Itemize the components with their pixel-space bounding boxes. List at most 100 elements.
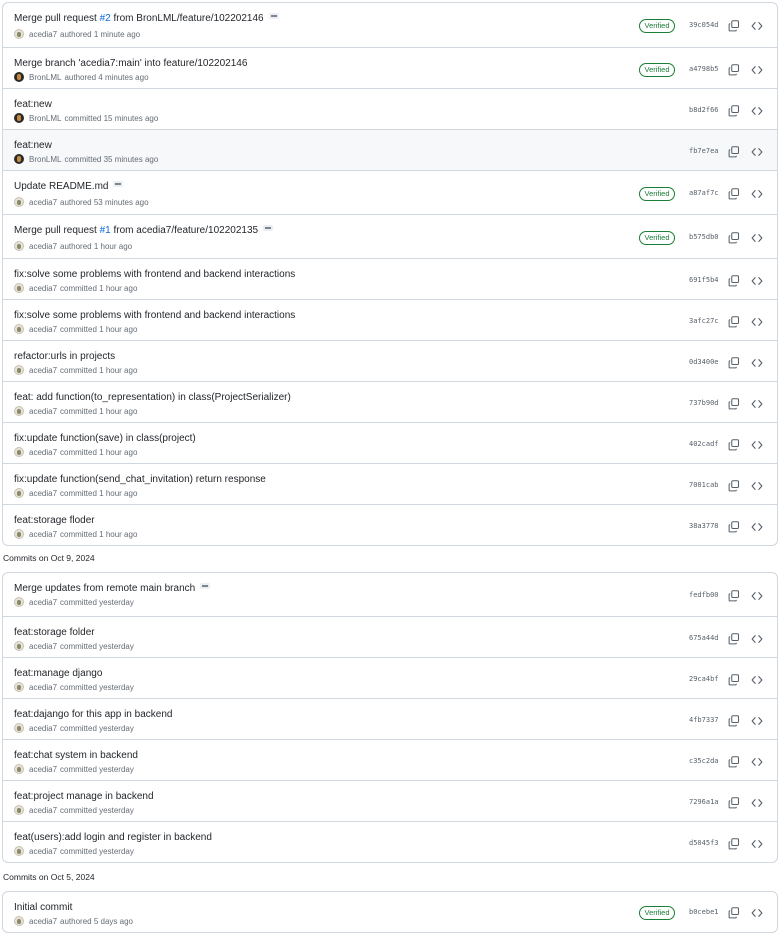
copy-icon[interactable] [728,755,740,768]
commit-sha[interactable]: 0d3400e [689,358,719,366]
commit-sha[interactable]: 3afc27c [689,317,719,325]
commit-title[interactable]: fix:solve some problems with frontend an… [14,269,295,280]
commit-title[interactable]: fix:solve some problems with frontend an… [14,310,295,321]
author-name[interactable]: acedia7 [29,724,57,733]
copy-icon[interactable] [728,397,740,410]
code-icon[interactable] [751,19,763,31]
commit-message[interactable]: feat:chat system in backend [14,750,138,761]
commit-title[interactable]: refactor:urls in projects [14,351,115,362]
commit-message[interactable]: Merge branch 'acedia7:main' into feature… [14,58,247,69]
copy-icon[interactable] [728,63,740,76]
commit-message[interactable]: feat(users):add login and register in ba… [14,832,212,843]
commit-title[interactable]: Merge pull request #2 from BronLML/featu… [14,13,279,24]
avatar[interactable] [14,764,24,774]
avatar[interactable] [14,324,24,334]
commit-sha[interactable]: 38a3778 [689,522,719,530]
avatar[interactable] [14,241,24,251]
verified-badge[interactable]: Verified [639,906,675,920]
copy-icon[interactable] [728,438,740,451]
code-icon[interactable] [751,837,763,849]
code-icon[interactable] [751,906,763,918]
commit-message-rest[interactable]: from acedia7/feature/102202135 [111,225,259,236]
avatar[interactable] [14,154,24,164]
code-icon[interactable] [751,315,763,327]
commit-message[interactable]: feat:storage folder [14,627,95,638]
commit-title[interactable]: Update README.md [14,181,124,192]
avatar[interactable] [14,72,24,82]
code-icon[interactable] [751,145,763,157]
copy-icon[interactable] [728,315,740,328]
commit-sha[interactable]: 4fb7337 [689,716,719,724]
author-name[interactable]: acedia7 [29,284,57,293]
copy-icon[interactable] [728,906,740,919]
code-icon[interactable] [751,104,763,116]
copy-icon[interactable] [728,632,740,645]
commit-title[interactable]: Initial commit [14,902,72,913]
commit-sha[interactable]: 39c054d [689,21,719,29]
avatar[interactable] [14,846,24,856]
commit-sha[interactable]: 7296a1a [689,798,719,806]
author-name[interactable]: acedia7 [29,489,57,498]
copy-icon[interactable] [728,145,740,158]
commit-sha[interactable]: b8d2f66 [689,106,719,114]
code-icon[interactable] [751,714,763,726]
expand-message-button[interactable] [200,583,211,589]
code-icon[interactable] [751,438,763,450]
author-name[interactable]: acedia7 [29,242,57,251]
commit-message[interactable]: feat:manage django [14,668,102,679]
copy-icon[interactable] [728,187,740,200]
avatar[interactable] [14,197,24,207]
commit-sha[interactable]: fb7e7ea [689,147,719,155]
code-icon[interactable] [751,231,763,243]
avatar[interactable] [14,488,24,498]
author-name[interactable]: acedia7 [29,530,57,539]
commit-title[interactable]: feat:new [14,99,52,110]
commit-title[interactable]: feat:project manage in backend [14,791,154,802]
commit-message[interactable]: fix:solve some problems with frontend an… [14,269,295,280]
code-icon[interactable] [751,63,763,75]
avatar[interactable] [14,406,24,416]
expand-message-button[interactable] [263,225,274,231]
pr-link[interactable]: #2 [100,13,111,24]
code-icon[interactable] [751,187,763,199]
copy-icon[interactable] [728,796,740,809]
commit-message[interactable]: feat: add function(to_representation) in… [14,392,291,403]
avatar[interactable] [14,723,24,733]
author-name[interactable]: acedia7 [29,765,57,774]
commit-sha[interactable]: 402cadf [689,440,719,448]
copy-icon[interactable] [728,714,740,727]
author-name[interactable]: acedia7 [29,598,57,607]
copy-icon[interactable] [728,231,740,244]
code-icon[interactable] [751,796,763,808]
avatar[interactable] [14,365,24,375]
commit-sha[interactable]: a4798b5 [689,65,719,73]
copy-icon[interactable] [728,479,740,492]
commit-sha[interactable]: fedfb00 [689,591,719,599]
copy-icon[interactable] [728,104,740,117]
commit-title[interactable]: feat(users):add login and register in ba… [14,832,212,843]
commit-message[interactable]: fix:update function(save) in class(proje… [14,433,196,444]
avatar[interactable] [14,283,24,293]
commit-sha[interactable]: b575db0 [689,233,719,241]
copy-icon[interactable] [728,19,740,32]
author-name[interactable]: BronLML [29,114,61,123]
commit-message-rest[interactable]: from BronLML/feature/102202146 [111,13,264,24]
author-name[interactable]: acedia7 [29,683,57,692]
code-icon[interactable] [751,755,763,767]
code-icon[interactable] [751,397,763,409]
commit-message[interactable]: Merge pull request [14,225,100,236]
commit-sha[interactable]: c35c2da [689,757,719,765]
commit-sha[interactable]: b0cebe1 [689,908,719,916]
commit-message[interactable]: fix:update function(send_chat_invitation… [14,474,266,485]
author-name[interactable]: acedia7 [29,806,57,815]
commit-title[interactable]: feat:chat system in backend [14,750,138,761]
code-icon[interactable] [751,520,763,532]
commit-title[interactable]: feat:storage floder [14,515,95,526]
code-icon[interactable] [751,479,763,491]
author-name[interactable]: acedia7 [29,407,57,416]
avatar[interactable] [14,641,24,651]
commit-title[interactable]: feat:new [14,140,52,151]
verified-badge[interactable]: Verified [639,63,675,77]
author-name[interactable]: acedia7 [29,917,57,926]
commit-title[interactable]: feat:dajango for this app in backend [14,709,172,720]
